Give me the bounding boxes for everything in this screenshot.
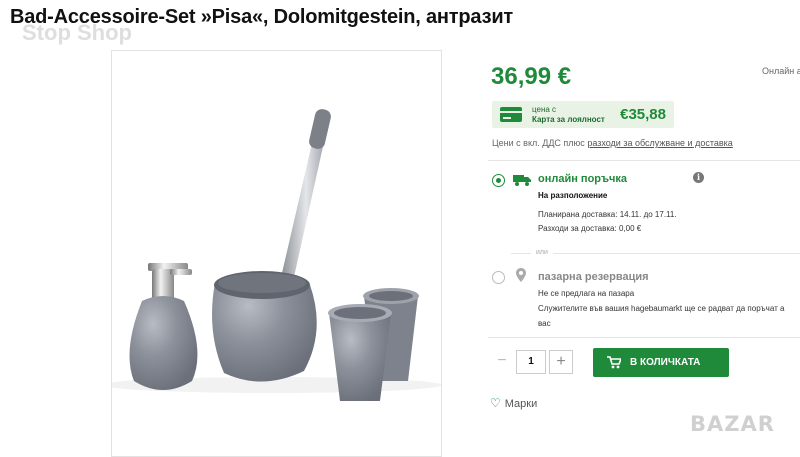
online-order-title[interactable]: онлайн поръчка [538,173,627,185]
vat-note: Цени с вкл. ДДС плюс разходи за обслужва… [492,138,733,148]
quantity-decrease-button[interactable]: − [490,350,514,374]
online-availability: На разположение [538,191,608,200]
online-order-radio[interactable] [492,174,505,187]
planned-delivery: Планирана доставка: 14.11. до 17.11. [538,210,677,219]
quantity-input[interactable]: 1 [516,350,546,374]
loyalty-label-line2: Карта за лоялност [532,115,605,124]
loyalty-price-box: цена с Карта за лоялност €35,88 [492,101,674,128]
divider [488,160,800,161]
product-price: 36,99 € [491,63,572,90]
watermark-text: Stop Shop [22,20,132,45]
wishlist-label: Марки [504,398,538,410]
store-reservation-radio[interactable] [492,271,505,284]
delivery-cost: Разходи за доставка: 0,00 € [538,224,642,233]
store-not-available: Не се предлага на пазара [538,289,635,298]
add-to-cart-label: В КОЛИЧКАТА [630,357,701,368]
info-icon[interactable]: i [693,172,704,183]
or-divider-right [553,253,800,254]
quantity-increase-button[interactable]: + [549,350,573,374]
availability-hint: Онлайн а [762,66,800,76]
product-image[interactable] [111,50,442,457]
loyalty-label: цена с Карта за лоялност [532,105,605,125]
store-staff-note: Служителите във вашия hagebaumarkt ще се… [538,304,785,313]
vat-text: Цени с вкл. ДДС плюс [492,138,588,148]
product-photo-icon [112,109,441,401]
shipping-costs-link[interactable]: разходи за обслужване и доставка [587,138,732,148]
heart-icon: ♡ [490,396,501,410]
or-divider-left [511,253,531,254]
truck-icon [513,175,531,186]
store-staff-note-cont: вас [538,319,551,328]
loyalty-label-line1: цена с [532,105,557,114]
store-reservation-title[interactable]: пазарна резервация [538,271,649,283]
card-icon [500,107,522,122]
loyalty-price: €35,88 [620,106,666,123]
or-label: или [536,249,548,256]
wishlist-link[interactable]: ♡ Марки [490,396,537,410]
pin-icon [516,268,526,282]
add-to-cart-button[interactable]: В КОЛИЧКАТА [593,348,729,377]
brand-watermark: BAZAR [690,412,775,436]
divider [488,337,800,338]
cart-icon [607,356,621,369]
